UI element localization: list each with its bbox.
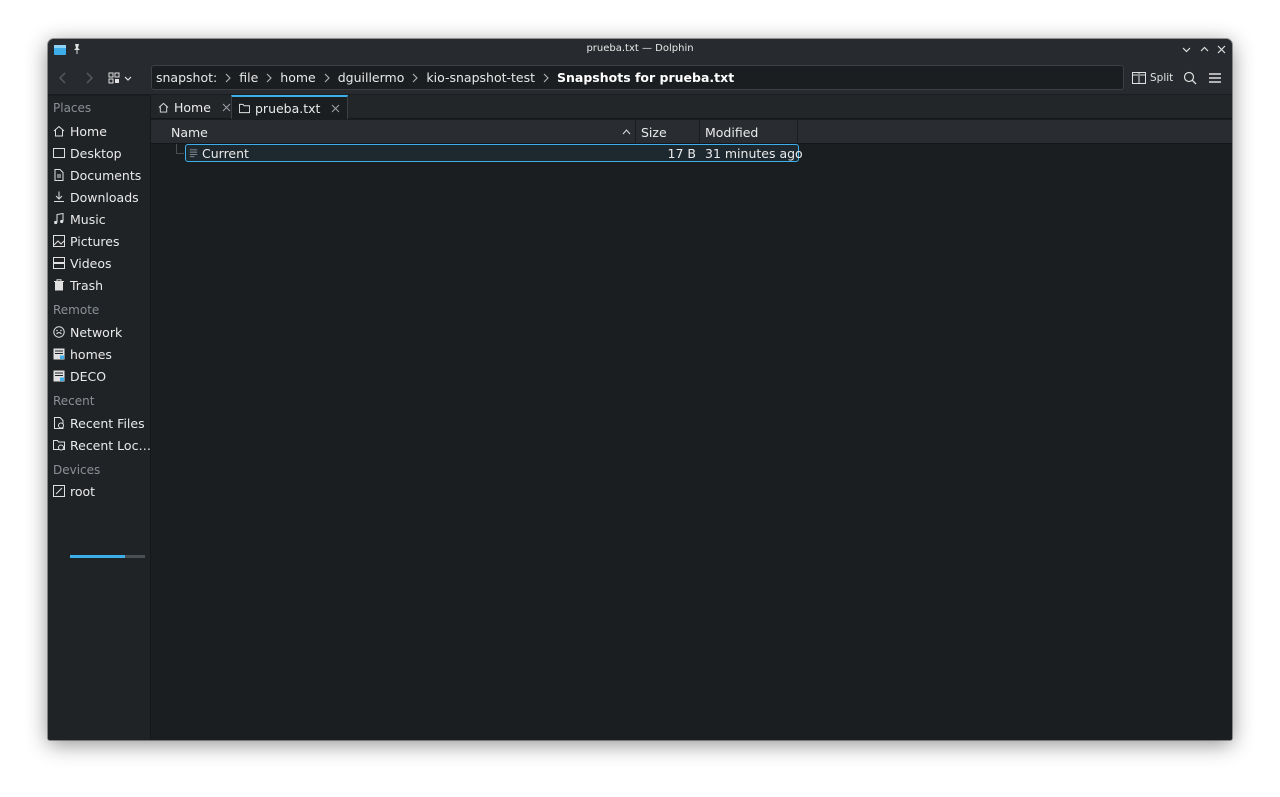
sidebar-item-downloads[interactable]: Downloads bbox=[53, 187, 139, 207]
hamburger-menu-icon[interactable] bbox=[1206, 69, 1224, 87]
column-name[interactable]: Name bbox=[166, 120, 636, 144]
tab-prueba-txt[interactable]: prueba.txt bbox=[231, 95, 349, 119]
chevron-right-icon bbox=[225, 73, 232, 82]
trash-icon bbox=[54, 279, 64, 291]
section-remote: Remote bbox=[53, 303, 100, 317]
recent-files-icon bbox=[54, 417, 64, 429]
sort-ascending-icon bbox=[622, 129, 631, 135]
folder-icon bbox=[239, 103, 250, 113]
breadcrumb-kio-snapshot-test[interactable]: kio-snapshot-test bbox=[426, 70, 535, 85]
chevron-right-icon bbox=[412, 73, 419, 82]
location-bar[interactable]: snapshot: file home dguillermo kio-snaps… bbox=[151, 65, 1124, 90]
network-icon bbox=[53, 326, 65, 338]
music-icon bbox=[54, 213, 64, 225]
drive-icon bbox=[53, 485, 65, 497]
view-mode-icon[interactable] bbox=[106, 69, 136, 87]
section-places: Places bbox=[53, 101, 92, 115]
sidebar-item-desktop[interactable]: Desktop bbox=[53, 143, 122, 163]
window-title: prueba.txt — Dolphin bbox=[586, 43, 694, 54]
table-row[interactable]: Current 17 B 31 minutes ago bbox=[185, 144, 803, 162]
chevron-right-icon bbox=[543, 73, 549, 82]
text-file-icon bbox=[189, 148, 198, 157]
sidebar-item-homes[interactable]: homes bbox=[53, 344, 112, 364]
chevron-right-icon bbox=[266, 73, 273, 82]
close-icon[interactable] bbox=[1215, 43, 1228, 56]
minimize-icon[interactable] bbox=[1180, 43, 1193, 56]
places-panel: Places Home Desktop Documents Downloads … bbox=[48, 96, 151, 740]
forward-icon[interactable] bbox=[80, 69, 98, 87]
sidebar-item-network[interactable]: Network bbox=[53, 322, 122, 342]
breadcrumb-file[interactable]: file bbox=[239, 70, 258, 85]
sidebar-item-recent-files[interactable]: Recent Files bbox=[53, 413, 145, 433]
column-modified[interactable]: Modified bbox=[700, 120, 798, 144]
sidebar-item-root[interactable]: root bbox=[53, 481, 95, 501]
home-icon bbox=[158, 102, 169, 113]
chevron-right-icon bbox=[324, 73, 330, 82]
network-share-icon bbox=[53, 348, 65, 360]
root-capacity-bar bbox=[70, 555, 145, 558]
dolphin-window: prueba.txt — Dolphin snapshot: file home… bbox=[48, 39, 1232, 740]
split-button[interactable]: Split bbox=[1132, 68, 1173, 88]
section-devices: Devices bbox=[53, 463, 101, 477]
split-label: Split bbox=[1150, 72, 1174, 84]
maximize-icon[interactable] bbox=[1198, 43, 1211, 56]
downloads-icon bbox=[54, 191, 64, 202]
column-header: Name Size Modified bbox=[151, 120, 1232, 144]
desktop-icon bbox=[53, 148, 65, 158]
breadcrumb-snapshot[interactable]: snapshot: bbox=[156, 70, 217, 85]
title-bar: prueba.txt — Dolphin bbox=[48, 39, 1232, 61]
sidebar-item-trash[interactable]: Trash bbox=[53, 275, 103, 295]
sidebar-item-videos[interactable]: Videos bbox=[53, 253, 112, 273]
pictures-icon bbox=[53, 235, 65, 247]
network-share-icon bbox=[53, 370, 65, 382]
sidebar-item-home[interactable]: Home bbox=[53, 121, 107, 141]
tab-close-icon[interactable] bbox=[331, 104, 340, 113]
breadcrumb-dguillermo[interactable]: dguillermo bbox=[338, 70, 405, 85]
home-icon bbox=[53, 125, 65, 137]
split-view-icon bbox=[1132, 72, 1146, 84]
videos-icon bbox=[53, 257, 65, 269]
sidebar-item-documents[interactable]: Documents bbox=[53, 165, 141, 185]
back-icon[interactable] bbox=[54, 69, 72, 87]
sidebar-item-pictures[interactable]: Pictures bbox=[53, 231, 120, 251]
tab-bar: Home prueba.txt bbox=[151, 95, 1232, 119]
sidebar-item-recent-locations[interactable]: Recent Loc… bbox=[53, 435, 151, 455]
column-size[interactable]: Size bbox=[636, 120, 700, 144]
tab-home[interactable]: Home bbox=[151, 95, 238, 119]
file-size: 17 B bbox=[667, 145, 696, 161]
tree-branch-line bbox=[176, 144, 184, 154]
toolbar: snapshot: file home dguillermo kio-snaps… bbox=[48, 61, 1232, 95]
recent-locations-icon bbox=[53, 440, 65, 451]
section-recent: Recent bbox=[53, 394, 95, 408]
documents-icon bbox=[54, 169, 64, 181]
file-view[interactable]: Current 17 B 31 minutes ago bbox=[151, 144, 1232, 740]
breadcrumb-current[interactable]: Snapshots for prueba.txt bbox=[557, 70, 734, 85]
breadcrumb-home[interactable]: home bbox=[280, 70, 315, 85]
tab-close-icon[interactable] bbox=[222, 103, 231, 112]
root-capacity-fill bbox=[70, 555, 125, 558]
sidebar-item-music[interactable]: Music bbox=[53, 209, 106, 229]
search-icon[interactable] bbox=[1181, 69, 1199, 87]
file-modified: 31 minutes ago bbox=[705, 145, 803, 161]
file-name: Current bbox=[202, 145, 249, 161]
sidebar-item-deco[interactable]: DECO bbox=[53, 366, 106, 386]
